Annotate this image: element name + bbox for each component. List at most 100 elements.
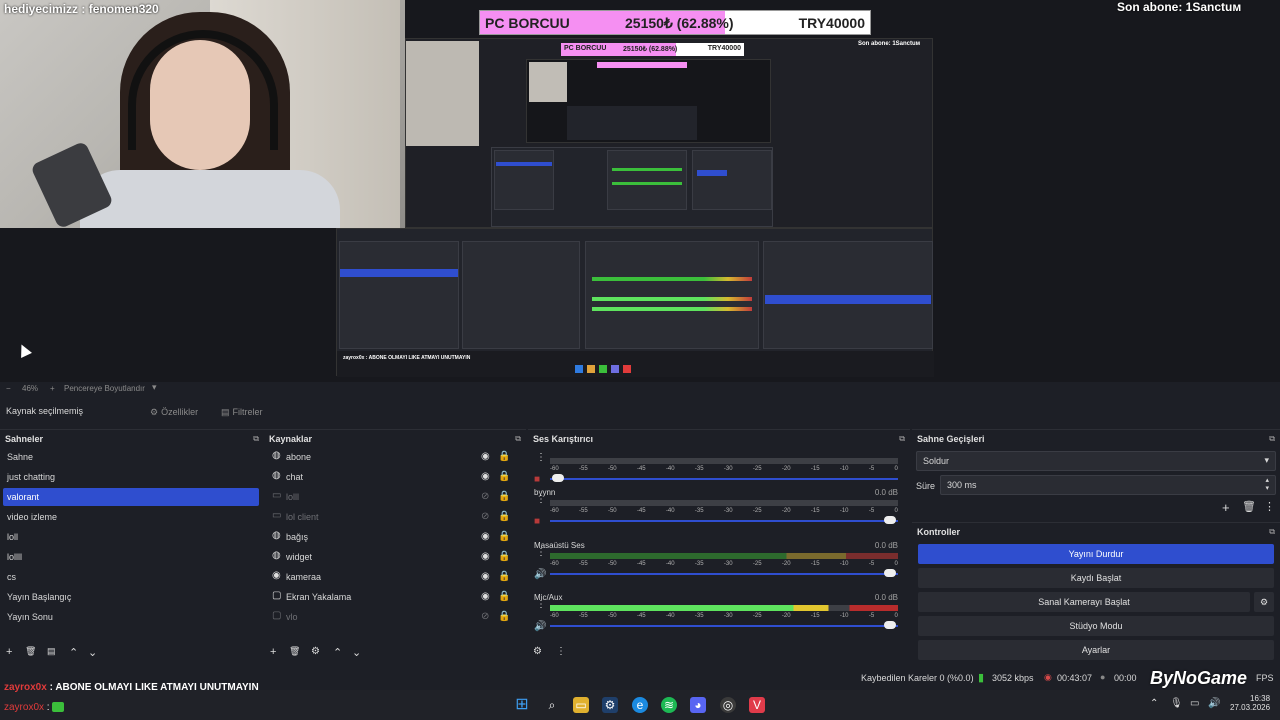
eye-slash-icon[interactable]: ⊘ [481,511,489,522]
lock-icon[interactable]: 🔒 [498,531,510,542]
source-item[interactable]: ▢ Ekran Yakalama ◉ 🔒 [268,588,516,606]
file-explorer-icon[interactable]: ▭ [573,697,589,713]
steam-icon[interactable]: ⚙ [602,697,618,713]
source-item[interactable]: ◍ abone ◉ 🔒 [268,448,516,466]
channel-menu-icon[interactable]: ⋮ [536,599,546,610]
discord-icon[interactable]: ◕ [690,697,706,713]
eye-icon[interactable]: ◉ [481,571,490,582]
duration-spinbox[interactable]: 300 ms ▴ ▾ [940,475,1276,495]
channel-menu-icon[interactable]: ⋮ [536,494,546,505]
speaker-icon[interactable]: 🔊 [534,569,546,580]
zoom-plus-icon[interactable]: + [50,384,55,393]
scene-item[interactable]: loll [3,528,259,546]
obs-icon[interactable]: ◎ [720,697,736,713]
trash-icon[interactable]: 🗑 [1242,500,1256,513]
zoom-minus-icon[interactable]: − [6,384,11,393]
add-source-icon[interactable]: + [270,646,276,658]
properties-button[interactable]: ⚙ Özellikler [150,404,198,420]
channel-menu-icon[interactable]: ⋮ [536,452,546,463]
dock-float-icon[interactable]: ⧉ [899,434,905,444]
eye-slash-icon[interactable]: ⊘ [481,611,489,622]
eye-icon[interactable]: ◉ [481,471,490,482]
studio-mode-button[interactable]: Stüdyo Modu [918,616,1274,636]
move-up-icon[interactable]: ⌃ [333,646,342,659]
scene-item[interactable]: cs [3,568,259,586]
scene-item[interactable]: video izleme [3,508,259,526]
move-up-icon[interactable]: ⌃ [69,646,78,659]
lock-icon[interactable]: 🔒 [498,591,510,602]
settings-button[interactable]: Ayarlar [918,640,1274,660]
eye-icon[interactable]: ◉ [481,591,490,602]
lock-icon[interactable]: 🔒 [498,511,510,522]
lock-icon[interactable]: 🔒 [498,571,510,582]
source-item[interactable]: ▭ lol client ⊘ 🔒 [268,508,516,526]
source-item[interactable]: ◍ bağış ◉ 🔒 [268,528,516,546]
zoom-mode[interactable]: Pencereye Boyutlandır [64,384,145,393]
more-icon[interactable]: ⋮ [1264,500,1275,513]
system-clock[interactable]: 16:38 27.03.2026 [1230,694,1270,712]
start-record-button[interactable]: Kaydı Başlat [918,568,1274,588]
muted-speaker-icon[interactable]: ■ [534,516,540,527]
more-icon[interactable]: ⋮ [556,646,566,657]
virtual-cam-button[interactable]: Sanal Kamerayı Başlat [918,592,1250,612]
edge-browser-icon[interactable]: e [632,697,648,713]
source-item[interactable]: ◉ kameraa ◉ 🔒 [268,568,516,586]
filter-icon[interactable]: ▤ [47,646,56,657]
lock-icon[interactable]: 🔒 [498,551,510,562]
lock-icon[interactable]: 🔒 [498,451,510,462]
gear-icon[interactable]: ⚙ [311,646,320,657]
valorant-icon[interactable]: V [749,697,765,713]
volume-slider[interactable] [550,573,898,575]
transition-type-select[interactable]: Soldur ▾ [916,451,1276,471]
microphone-icon[interactable]: 🎙 [1170,698,1183,709]
lock-icon[interactable]: 🔒 [498,491,510,502]
dock-float-icon[interactable]: ⧉ [1269,434,1275,444]
volume-slider[interactable] [550,520,898,522]
dock-float-icon[interactable]: ⧉ [515,434,521,444]
gear-icon[interactable]: ⚙ [533,646,542,657]
spotify-icon[interactable]: ≋ [661,697,677,713]
network-icon[interactable]: ▭ [1190,698,1199,709]
add-transition-icon[interactable]: + [1222,500,1230,515]
source-item[interactable]: ▭ lolll ⊘ 🔒 [268,488,516,506]
source-item[interactable]: ◍ chat ◉ 🔒 [268,468,516,486]
dock-float-icon[interactable]: ⧉ [1269,527,1275,537]
windows-start-icon[interactable]: ⊞ [514,697,530,713]
scene-item[interactable]: Yayın Sonu [3,608,259,626]
trash-icon[interactable]: 🗑 [289,646,300,657]
volume-slider[interactable] [550,478,898,480]
eye-slash-icon[interactable]: ⊘ [481,491,489,502]
stop-stream-button[interactable]: Yayını Durdur [918,544,1274,564]
lock-icon[interactable]: 🔒 [498,471,510,482]
add-scene-icon[interactable]: + [6,646,12,658]
scene-item[interactable]: valorant [3,488,259,506]
tray-arrow-icon[interactable]: ⌃ [1150,698,1158,709]
trash-icon[interactable]: 🗑 [25,646,36,657]
eye-icon[interactable]: ◉ [481,531,490,542]
muted-speaker-icon[interactable]: ■ [534,474,540,485]
volume-knob[interactable] [884,516,896,524]
preview-canvas[interactable]: hediyecimizz : fenomen320 PC BORCUU 2515… [0,0,1280,382]
eye-icon[interactable]: ◉ [481,551,490,562]
dock-float-icon[interactable]: ⧉ [253,434,259,444]
filters-button[interactable]: ▤ Filtreler [221,404,263,420]
virtual-cam-settings-icon[interactable]: ⚙ [1254,592,1274,612]
volume-icon[interactable]: 🔊 [1208,698,1220,709]
volume-knob[interactable] [552,474,564,482]
eye-icon[interactable]: ◉ [481,451,490,462]
zoom-dropdown-icon[interactable]: ▾ [152,382,157,393]
scene-item[interactable]: just chatting [3,468,259,486]
speaker-icon[interactable]: 🔊 [534,621,546,632]
move-down-icon[interactable]: ⌄ [352,646,361,659]
scene-item[interactable]: lollll [3,548,259,566]
scene-item[interactable]: Yayın Başlangıç [3,588,259,606]
search-icon[interactable]: ⌕ [544,697,560,713]
volume-slider[interactable] [550,625,898,627]
volume-knob[interactable] [884,569,896,577]
volume-knob[interactable] [884,621,896,629]
move-down-icon[interactable]: ⌄ [88,646,97,659]
source-item[interactable]: ◍ widget ◉ 🔒 [268,548,516,566]
source-item[interactable]: ▢ vlo ⊘ 🔒 [268,608,516,626]
lock-icon[interactable]: 🔒 [498,611,510,622]
scene-item[interactable]: Sahne [3,448,259,466]
